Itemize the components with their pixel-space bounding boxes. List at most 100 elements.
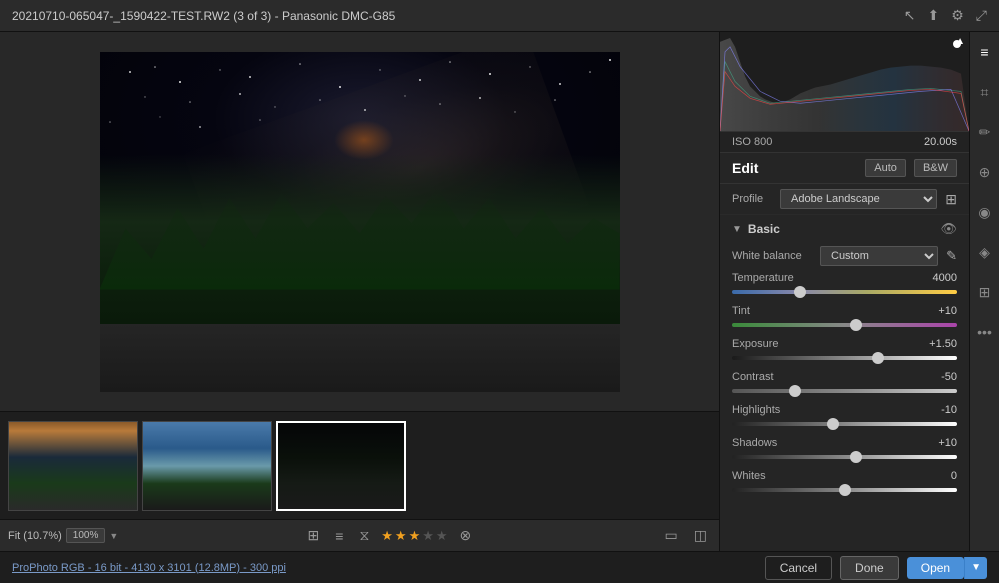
histogram-svg: [720, 32, 969, 131]
highlights-label: Highlights: [732, 404, 780, 416]
list-view-icon[interactable]: ≡: [331, 526, 347, 546]
star-4[interactable]: ★: [422, 528, 434, 544]
star-5[interactable]: ★: [436, 528, 448, 544]
exposure-row: Exposure +1.50: [720, 335, 969, 368]
shadows-value: +10: [938, 437, 957, 449]
titlebar: 20210710-065047-_1590422-TEST.RW2 (3 of …: [0, 0, 999, 32]
star-2[interactable]: ★: [395, 528, 407, 544]
upload-icon[interactable]: ⬆: [928, 7, 940, 24]
titlebar-icons: ↖ ⬆ ⚙ ⤢: [904, 7, 987, 24]
highlights-slider[interactable]: [732, 417, 957, 431]
open-group: Open ▼: [907, 557, 987, 579]
filter-icon[interactable]: ⧖: [355, 525, 373, 546]
basic-section-title: ▼ Basic: [732, 222, 780, 236]
tint-slider[interactable]: [732, 318, 957, 332]
bottom-actions: Cancel Done Open ▼: [765, 556, 987, 580]
more-icon[interactable]: •••: [973, 320, 997, 344]
tint-label: Tint: [732, 305, 750, 317]
profile-label: Profile: [732, 193, 772, 205]
main-image: [100, 52, 620, 392]
shadows-label: Shadows: [732, 437, 777, 449]
basic-eye-icon[interactable]: 👁: [940, 221, 957, 237]
thumb-night-img: [278, 423, 404, 509]
auto-button[interactable]: Auto: [865, 159, 906, 177]
zoom-dropdown-icon[interactable]: ▼: [109, 531, 118, 541]
titlebar-title: 20210710-065047-_1590422-TEST.RW2 (3 of …: [12, 9, 395, 23]
wb-eyedropper-icon[interactable]: ✎: [946, 248, 957, 264]
tint-value: +10: [938, 305, 957, 317]
toolbar-right: ▭ ◫: [661, 525, 711, 546]
stars-rating: ★ ★ ★ ★ ★: [381, 528, 447, 544]
shadows-slider[interactable]: [732, 450, 957, 464]
bottom-toolbar: Fit (10.7%) 100% ▼ ⊞ ≡ ⧖ ★ ★ ★ ★ ★ ⊗ ▭ ◫: [0, 519, 719, 551]
edit-header-right: Auto B&W: [865, 159, 957, 177]
expand-icon[interactable]: ⤢: [976, 7, 987, 24]
contrast-value: -50: [941, 371, 957, 383]
whites-value: 0: [951, 470, 957, 482]
crop-view-icon[interactable]: ▭: [661, 525, 682, 546]
right-panel: ▲ ISO 800 20.00s Edit Auto B&W Profile A…: [719, 32, 999, 551]
contrast-row: Contrast -50: [720, 368, 969, 401]
thumbnail-2[interactable]: [142, 421, 272, 511]
edit-header: Edit Auto B&W: [720, 153, 969, 184]
exposure-time-value: 20.00s: [924, 136, 957, 148]
wb-select[interactable]: Custom As Shot Auto Daylight Cloudy Shad…: [820, 246, 938, 266]
bottom-bar: ProPhoto RGB - 16 bit - 4130 x 3101 (12.…: [0, 551, 999, 583]
main-content: Fit (10.7%) 100% ▼ ⊞ ≡ ⧖ ★ ★ ★ ★ ★ ⊗ ▭ ◫: [0, 32, 999, 551]
profile-row: Profile Adobe Landscape Adobe Standard A…: [720, 184, 969, 215]
left-panel: Fit (10.7%) 100% ▼ ⊞ ≡ ⧖ ★ ★ ★ ★ ★ ⊗ ▭ ◫: [0, 32, 719, 551]
open-button[interactable]: Open: [907, 557, 964, 579]
color-profile-link[interactable]: ProPhoto RGB - 16 bit - 4130 x 3101 (12.…: [12, 562, 286, 574]
basic-title-text: Basic: [748, 222, 780, 236]
settings-icon[interactable]: ⚙: [951, 7, 964, 24]
iso-label: ISO 800: [732, 136, 772, 148]
temperature-value: 4000: [933, 272, 957, 284]
compare-icon[interactable]: ◫: [690, 525, 711, 546]
whites-label: Whites: [732, 470, 766, 482]
basic-section-header[interactable]: ▼ Basic 👁: [720, 215, 969, 243]
grid-view-icon[interactable]: ⊞: [304, 525, 324, 546]
histogram-scroll-up[interactable]: ▲: [955, 36, 965, 47]
wb-row: White balance Custom As Shot Auto Daylig…: [720, 243, 969, 269]
exposure-value: +1.50: [929, 338, 957, 350]
zoom-area: Fit (10.7%) 100% ▼: [8, 528, 118, 543]
whites-slider[interactable]: [732, 483, 957, 497]
profile-select[interactable]: Adobe Landscape Adobe Standard Adobe Viv…: [780, 189, 937, 209]
cursor-icon: ↖: [904, 7, 916, 24]
zoom-fit-label[interactable]: Fit (10.7%): [8, 530, 62, 542]
star-1[interactable]: ★: [381, 528, 393, 544]
thumbnail-1[interactable]: [8, 421, 138, 511]
healing-icon[interactable]: ⊕: [973, 160, 997, 184]
tint-row: Tint +10: [720, 302, 969, 335]
thumb-house-img: [9, 422, 137, 510]
filmstrip: [0, 411, 719, 519]
temperature-row: Temperature 4000: [720, 269, 969, 302]
temperature-label: Temperature: [732, 272, 794, 284]
right-sidebar: ≡ ⌗ ✏ ⊕ ◉ ◈ ⊞ •••: [969, 32, 999, 551]
image-area[interactable]: [0, 32, 719, 411]
exposure-slider[interactable]: [732, 351, 957, 365]
histogram: ▲: [720, 32, 969, 132]
bw-button[interactable]: B&W: [914, 159, 957, 177]
adjust-panel: ▲ ISO 800 20.00s Edit Auto B&W Profile A…: [720, 32, 969, 551]
contrast-slider[interactable]: [732, 384, 957, 398]
thumbnail-3[interactable]: [276, 421, 406, 511]
stars-svg: [100, 52, 620, 392]
temperature-slider[interactable]: [732, 285, 957, 299]
done-button[interactable]: Done: [840, 556, 899, 580]
open-dropdown-button[interactable]: ▼: [964, 557, 987, 579]
profile-grid-icon[interactable]: ⊞: [945, 191, 957, 208]
star-3[interactable]: ★: [409, 528, 421, 544]
sliders-icon[interactable]: ≡: [973, 40, 997, 64]
cancel-button[interactable]: Cancel: [765, 556, 832, 580]
pen-icon[interactable]: ✏: [973, 120, 997, 144]
color-wheel-icon[interactable]: ◉: [973, 200, 997, 224]
eye-icon[interactable]: ◈: [973, 240, 997, 264]
toolbar-center: ⊞ ≡ ⧖ ★ ★ ★ ★ ★ ⊗: [304, 525, 476, 546]
crop-icon[interactable]: ⌗: [973, 80, 997, 104]
grid-icon[interactable]: ⊞: [973, 280, 997, 304]
zoom-100-button[interactable]: 100%: [66, 528, 106, 543]
edit-title: Edit: [732, 160, 758, 176]
whites-row: Whites 0: [720, 467, 969, 500]
delete-icon[interactable]: ⊗: [456, 525, 476, 546]
